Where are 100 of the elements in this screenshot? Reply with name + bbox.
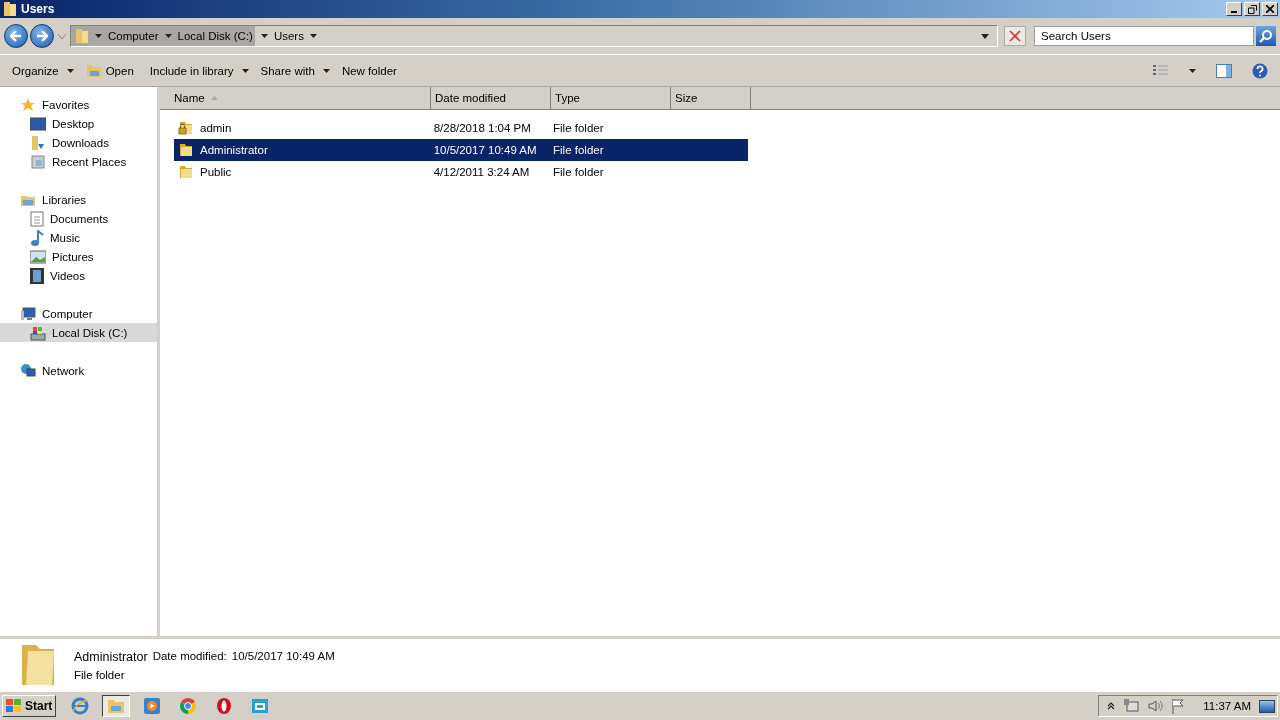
dropdown-caret-icon (981, 33, 989, 39)
nav-item[interactable]: Downloads (0, 133, 157, 152)
file-name: Administrator (200, 144, 268, 156)
film-icon (30, 267, 44, 284)
help-icon (1252, 62, 1268, 79)
date-modified: 4/12/2011 3:24 AM (433, 166, 530, 178)
media-player-icon (144, 698, 161, 714)
restore-icon (1247, 4, 1257, 14)
close-button[interactable] (1262, 2, 1278, 16)
start-button[interactable]: Start (2, 695, 57, 717)
forward-arrow-icon (36, 30, 48, 42)
nav-item[interactable]: Music (0, 228, 157, 247)
folder-icon (3, 1, 17, 17)
caret-icon (1189, 68, 1196, 73)
file-row[interactable]: Public 4/12/2011 3:24 AM File folder (174, 161, 748, 183)
folder-icon (85, 63, 102, 78)
nav-item[interactable]: Favorites (0, 95, 157, 114)
clock: 11:37 AM (1203, 700, 1251, 712)
close-icon (1266, 5, 1274, 13)
file-row[interactable]: admin 8/28/2018 1:04 PM File folder (174, 117, 748, 139)
details-name: Administrator (74, 649, 148, 664)
show-desktop-button[interactable] (1259, 699, 1275, 713)
speaker-icon (1147, 698, 1164, 714)
toolbar-button[interactable]: New folder (341, 64, 397, 77)
app-window-icon (251, 698, 270, 714)
star-icon (20, 96, 36, 113)
details-date: 10/5/2017 10:49 AM (231, 649, 335, 664)
chevron-up-icon (1107, 702, 1116, 710)
view-menu-button[interactable] (1189, 68, 1196, 73)
stop-button[interactable] (1004, 26, 1026, 46)
pane-icon (1216, 63, 1232, 78)
restore-button[interactable] (1244, 2, 1260, 16)
view-options-button[interactable] (1153, 64, 1169, 77)
column-header[interactable]: Size (671, 87, 751, 109)
list-view-icon (1153, 64, 1169, 77)
opera-icon (216, 697, 233, 715)
drive-icon (30, 324, 46, 341)
minimize-button[interactable] (1226, 2, 1242, 16)
column-header[interactable]: Date modified (431, 87, 551, 109)
folder-icon (107, 698, 126, 714)
history-caret-icon (58, 33, 66, 39)
breadcrumb[interactable]: Computer (108, 30, 159, 42)
nav-item[interactable]: Libraries (0, 190, 157, 209)
back-arrow-icon (10, 30, 22, 42)
network-icon (20, 362, 36, 379)
caret-icon (322, 68, 330, 73)
date-modified: 8/28/2018 1:04 PM (433, 122, 531, 134)
file-name: admin (200, 122, 232, 134)
forward-button[interactable] (30, 24, 54, 48)
column-header[interactable]: Name (160, 87, 431, 109)
nav-item[interactable]: Computer (0, 304, 157, 323)
downloads-folder-icon (30, 134, 46, 151)
taskbar-app[interactable] (102, 695, 131, 717)
nav-item[interactable]: Local Disk (C:) (0, 323, 157, 342)
flag-icon (1171, 698, 1186, 714)
window-title: Users (21, 2, 56, 16)
caret-icon (241, 68, 249, 73)
details-type: File folder (74, 668, 126, 681)
help-button[interactable] (1252, 62, 1268, 79)
nav-item[interactable]: Videos (0, 266, 157, 285)
search-button[interactable] (1256, 26, 1276, 46)
folder-icon (75, 28, 89, 44)
caret-icon (164, 34, 172, 38)
nav-item[interactable]: Recent Places (0, 152, 157, 171)
desktop-icon (30, 116, 46, 131)
details-date-label: Date modified: (152, 649, 227, 664)
toolbar-button[interactable]: Open (85, 63, 134, 78)
computer-icon (20, 305, 36, 322)
toolbar-button[interactable]: Include in library (149, 64, 245, 77)
date-modified: 10/5/2017 10:49 AM (433, 144, 537, 156)
file-name: Public (200, 166, 232, 178)
caret-icon (309, 34, 317, 38)
caret-icon (66, 68, 74, 73)
column-header[interactable]: Type (551, 87, 671, 109)
toolbar-button[interactable]: Organize (12, 64, 70, 77)
file-type: File folder (553, 166, 604, 178)
preview-pane-button[interactable] (1216, 63, 1232, 78)
windows-logo (6, 699, 22, 713)
file-type: File folder (553, 122, 604, 134)
file-row[interactable]: Administrator 10/5/2017 10:49 AM File folder (174, 139, 748, 161)
nav-item[interactable]: Desktop (0, 114, 157, 133)
nav-item[interactable]: Pictures (0, 247, 157, 266)
search-icon (1259, 29, 1273, 43)
search-field[interactable]: Search Users (1034, 26, 1254, 46)
nav-item[interactable]: Documents (0, 209, 157, 228)
browser-e-icon (71, 697, 90, 715)
back-button[interactable] (4, 24, 28, 48)
chrome-icon (180, 698, 197, 714)
toolbar-button[interactable]: Share with (260, 64, 326, 77)
pictures-icon (30, 249, 46, 264)
caret-icon (95, 34, 102, 38)
breadcrumb[interactable]: Local Disk (C:) (177, 30, 253, 42)
address-bar[interactable]: Computer Local Disk (C:) Users (70, 25, 998, 47)
breadcrumb[interactable]: Users (273, 30, 304, 42)
close-icon (1009, 30, 1021, 42)
file-type: File folder (553, 144, 604, 156)
music-note-icon (30, 229, 44, 246)
recent-places-icon (30, 153, 46, 170)
document-icon (30, 210, 44, 227)
nav-item[interactable]: Network (0, 361, 157, 380)
